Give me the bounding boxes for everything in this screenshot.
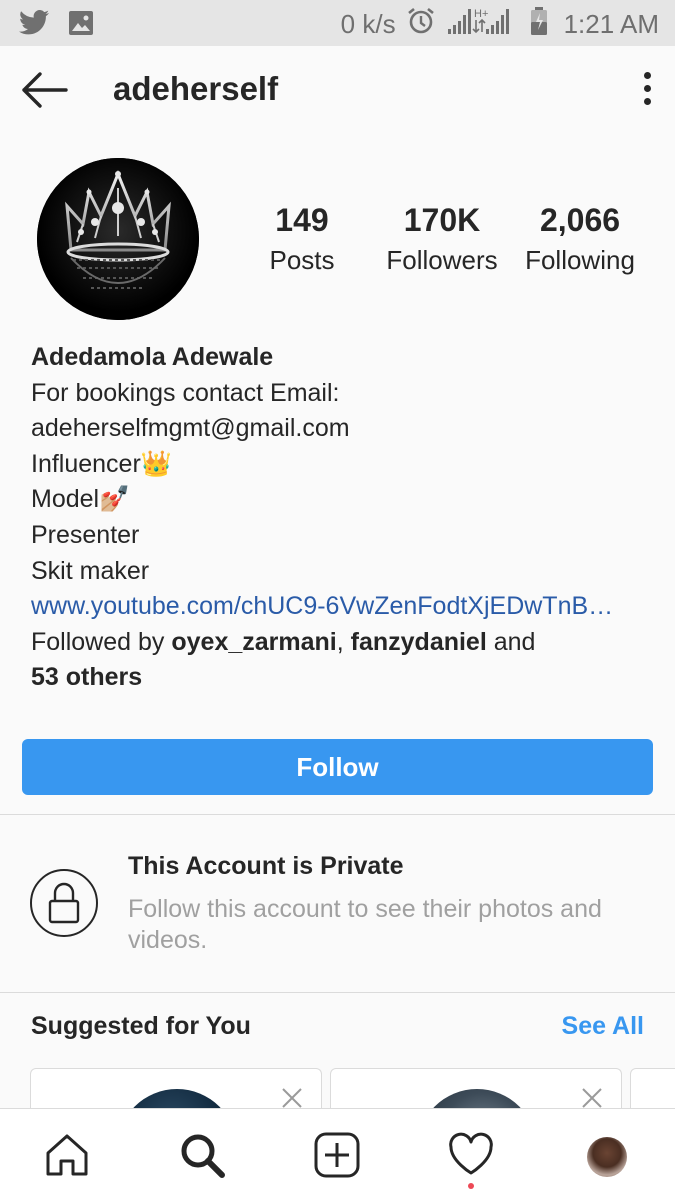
add-post-icon[interactable]	[313, 1131, 361, 1179]
search-icon[interactable]	[178, 1131, 226, 1179]
stat-value: 149	[275, 202, 329, 238]
clock: 1:21 AM	[563, 9, 659, 39]
stat-label: Posts	[269, 245, 335, 275]
twitter-icon	[18, 9, 50, 42]
back-button[interactable]	[20, 70, 70, 112]
followed-by[interactable]: Followed by oyex_zarmani, fanzydaniel an…	[31, 625, 651, 661]
bio-email: adeherselfmgmt@gmail.com	[31, 414, 350, 443]
follow-button[interactable]: Follow	[22, 739, 653, 795]
more-vertical-icon	[643, 72, 651, 79]
stat-label: Following	[525, 245, 635, 275]
alarm-icon	[406, 6, 436, 43]
followed-by-user: oyex_zarmani	[171, 627, 337, 656]
bio-line: Skit maker	[31, 556, 150, 585]
bio-line: For bookings contact Email:	[31, 378, 340, 407]
followed-by-prefix: Followed by	[31, 627, 172, 656]
page-title: adeherself	[113, 70, 279, 107]
profile-header: adeherself	[0, 46, 675, 142]
stat-value: 2,066	[539, 202, 621, 238]
activity-icon[interactable]	[447, 1131, 495, 1179]
followed-by-and: and	[486, 627, 536, 656]
stat-value: 170K	[403, 202, 481, 238]
followed-by-others[interactable]: 53 others	[31, 663, 142, 691]
bio-line: Model💅🏼	[31, 485, 131, 514]
stat-label: Followers	[386, 245, 498, 275]
battery-icon	[530, 6, 548, 43]
followed-by-user: fanzydaniel	[350, 627, 487, 656]
stat-followers[interactable]: 170K Followers	[382, 200, 502, 280]
profile-name: Adedamola Adewale	[31, 343, 274, 371]
private-account-subtitle: Follow this account to see their photos …	[128, 895, 602, 954]
home-icon[interactable]	[43, 1131, 91, 1179]
divider	[0, 992, 675, 993]
bio-line: Influencer👑	[31, 449, 172, 478]
stat-posts: 149 Posts	[252, 200, 352, 280]
profile-avatar[interactable]	[37, 158, 199, 320]
private-account-title: This Account is Private	[128, 852, 404, 880]
close-icon[interactable]	[281, 1087, 303, 1109]
arrow-left-icon	[22, 72, 68, 108]
more-options-button[interactable]	[641, 72, 653, 106]
signal-icon: H+	[446, 6, 520, 43]
bio-line: Presenter	[31, 520, 140, 549]
followed-by-separator: ,	[336, 627, 351, 656]
lock-icon	[30, 869, 98, 937]
status-bar: 0 k/s H+ 1:21 AM	[0, 0, 675, 46]
notification-dot	[468, 1183, 474, 1189]
close-icon[interactable]	[581, 1087, 603, 1109]
bottom-nav	[0, 1108, 675, 1200]
svg-text:H+: H+	[474, 8, 488, 20]
image-icon	[68, 10, 94, 41]
bio-link[interactable]: www.youtube.com/chUC9-6VwZenFodtXjEDwTnB…	[31, 589, 651, 625]
suggested-title: Suggested for You	[31, 1012, 251, 1040]
profile-icon[interactable]	[587, 1137, 627, 1177]
stat-following[interactable]: 2,066 Following	[520, 200, 640, 280]
network-speed: 0 k/s	[340, 9, 396, 39]
profile-bio: Adedamola Adewale For bookings contact E…	[31, 340, 651, 696]
divider	[0, 814, 675, 815]
crown-image	[37, 158, 199, 320]
see-all-link[interactable]: See All	[562, 1012, 644, 1041]
